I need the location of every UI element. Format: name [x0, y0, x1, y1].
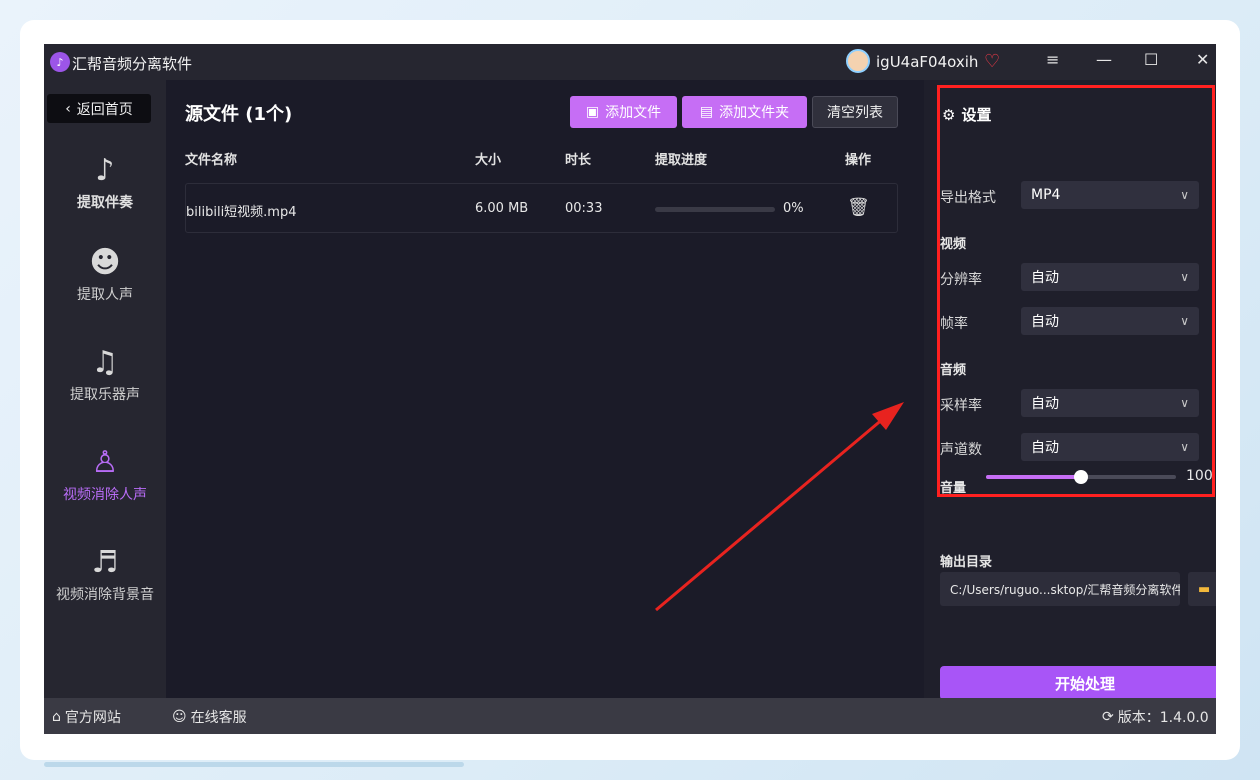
sidebar-item-extract-vocals[interactable]: ☻ 提取人声 — [44, 246, 166, 304]
official-website-label: 官方网站 — [64, 710, 121, 726]
add-file-button[interactable]: ▣ 添加文件 — [570, 96, 677, 128]
settings-title: ⚙ 设置 — [942, 104, 991, 125]
decorative-strip — [44, 762, 464, 767]
volume-slider-fill — [986, 475, 1081, 479]
export-format-value: MP4 — [1031, 187, 1061, 203]
clear-list-button[interactable]: 清空列表 — [812, 96, 898, 128]
folder-add-icon: ▤ — [699, 104, 714, 120]
version-info[interactable]: ⟳ 版本：1.4.0.0 — [1102, 707, 1209, 727]
column-header-progress: 提取进度 — [655, 153, 708, 168]
add-folder-label: 添加文件夹 — [719, 105, 790, 121]
volume-slider-thumb[interactable] — [1074, 470, 1088, 484]
home-icon: ⌂ — [52, 709, 61, 725]
back-home-label: 返回首页 — [76, 101, 133, 118]
voice-head-icon: ☻ — [89, 245, 121, 280]
official-website-link[interactable]: ⌂ 官方网站 — [52, 707, 121, 727]
sidebar-item-label: 提取人声 — [77, 287, 133, 303]
channels-select[interactable]: 自动 ∨ — [1021, 433, 1199, 461]
page-title: 源文件 (1个) — [185, 104, 293, 125]
column-header-filename: 文件名称 — [185, 153, 238, 168]
sidebar: ‹ 返回首页 ♪ 提取伴奏 ☻ 提取人声 ♫ 提取乐器声 ♙ 视频消除人声 ♬ … — [44, 80, 166, 698]
app-window: ♪ 汇帮音频分离软件 igU4aF04oxih ♡ ≡ — ☐ ✕ ‹ 返回首页… — [44, 44, 1216, 734]
file-add-icon: ▣ — [585, 104, 600, 120]
output-dir-label: 输出目录 — [940, 555, 993, 570]
framerate-select[interactable]: 自动 ∨ — [1021, 307, 1199, 335]
chevron-down-icon: ∨ — [1180, 314, 1189, 328]
file-size: 6.00 MB — [475, 201, 529, 216]
output-dir-field[interactable]: C:/Users/ruguo...sktop/汇帮音频分离软件 — [940, 572, 1180, 606]
sidebar-item-video-remove-background[interactable]: ♬ 视频消除背景音 — [44, 546, 166, 604]
chevron-down-icon: ∨ — [1180, 188, 1189, 202]
file-duration: 00:33 — [565, 201, 603, 216]
minimize-button[interactable]: — — [1096, 50, 1112, 69]
vip-diamond-icon[interactable]: ♡ — [984, 51, 1000, 72]
file-name: bilibili短视频.mp4 — [186, 205, 297, 220]
gear-icon: ⚙ — [942, 105, 956, 124]
main-content: 源文件 (1个) ▣ 添加文件 ▤ 添加文件夹 清空列表 文件名称 大小 时长 … — [166, 80, 924, 698]
online-support-link[interactable]: ☺ 在线客服 — [172, 707, 247, 727]
sidebar-item-extract-accompaniment[interactable]: ♪ 提取伴奏 — [44, 154, 166, 212]
video-section-label: 视频 — [940, 237, 967, 252]
export-format-label: 导出格式 — [940, 190, 996, 206]
sidebar-item-extract-instrument[interactable]: ♫ 提取乐器声 — [44, 346, 166, 404]
table-row[interactable]: bilibili短视频.mp4 6.00 MB 00:33 0% 🗑 — [185, 183, 898, 233]
chevron-down-icon: ∨ — [1180, 396, 1189, 410]
sidebar-item-video-remove-vocals[interactable]: ♙ 视频消除人声 — [44, 446, 166, 504]
resolution-select[interactable]: 自动 ∨ — [1021, 263, 1199, 291]
guitar-icon: ♫ — [91, 345, 119, 380]
menu-button[interactable]: ≡ — [1046, 50, 1059, 69]
resolution-value: 自动 — [1031, 270, 1059, 286]
music-off-icon: ♬ — [91, 545, 119, 580]
sidebar-item-label: 提取伴奏 — [77, 195, 133, 211]
column-header-size: 大小 — [475, 153, 502, 168]
maximize-button[interactable]: ☐ — [1144, 50, 1158, 69]
chevron-left-icon: ‹ — [65, 100, 71, 117]
progress-text: 0% — [783, 201, 804, 216]
resolution-label: 分辨率 — [940, 272, 982, 288]
start-processing-button[interactable]: 开始处理 — [940, 666, 1216, 700]
folder-open-icon[interactable]: ▬ — [1188, 572, 1216, 606]
channels-value: 自动 — [1031, 440, 1059, 456]
back-home-button[interactable]: ‹ 返回首页 — [47, 94, 151, 123]
app-title: 汇帮音频分离软件 — [72, 55, 193, 73]
framerate-label: 帧率 — [940, 316, 968, 332]
sidebar-item-label: 提取乐器声 — [70, 387, 140, 403]
add-file-label: 添加文件 — [605, 105, 662, 121]
online-support-label: 在线客服 — [190, 710, 247, 726]
audio-section-label: 音频 — [940, 363, 967, 378]
samplerate-label: 采样率 — [940, 398, 982, 414]
version-label: 版本：1.4.0.0 — [1117, 710, 1209, 726]
column-header-actions: 操作 — [845, 153, 872, 168]
footer-bar: ⌂ 官方网站 ☺ 在线客服 ⟳ 版本：1.4.0.0 — [44, 698, 1216, 734]
user-remove-icon: ♙ — [91, 445, 119, 480]
channels-label: 声道数 — [940, 442, 982, 458]
close-button[interactable]: ✕ — [1196, 50, 1209, 69]
title-bar: ♪ 汇帮音频分离软件 igU4aF04oxih ♡ ≡ — ☐ ✕ — [44, 44, 1216, 80]
settings-panel: ⚙ 设置 导出格式 MP4 ∨ 视频 分辨率 自动 ∨ 帧率 自动 ∨ 音频 采… — [924, 80, 1216, 700]
sidebar-item-label: 视频消除人声 — [63, 487, 147, 503]
volume-value: 100 — [1186, 468, 1213, 484]
volume-label: 音量 — [940, 481, 967, 496]
samplerate-select[interactable]: 自动 ∨ — [1021, 389, 1199, 417]
framerate-value: 自动 — [1031, 314, 1059, 330]
music-note-icon: ♪ — [95, 153, 115, 188]
chevron-down-icon: ∨ — [1180, 270, 1189, 284]
chevron-down-icon: ∨ — [1180, 440, 1189, 454]
avatar[interactable] — [846, 49, 870, 73]
refresh-icon: ⟳ — [1102, 709, 1114, 725]
column-header-duration: 时长 — [565, 153, 592, 168]
export-format-select[interactable]: MP4 ∨ — [1021, 181, 1199, 209]
add-folder-button[interactable]: ▤ 添加文件夹 — [682, 96, 807, 128]
samplerate-value: 自动 — [1031, 396, 1059, 412]
settings-title-label: 设置 — [961, 106, 992, 124]
app-logo-icon: ♪ — [50, 52, 70, 72]
volume-slider[interactable] — [986, 470, 1176, 484]
trash-icon[interactable]: 🗑 — [847, 197, 870, 218]
progress-bar — [655, 207, 775, 212]
username[interactable]: igU4aF04oxih — [876, 53, 978, 71]
headset-icon: ☺ — [172, 709, 187, 725]
sidebar-item-label: 视频消除背景音 — [56, 587, 154, 603]
